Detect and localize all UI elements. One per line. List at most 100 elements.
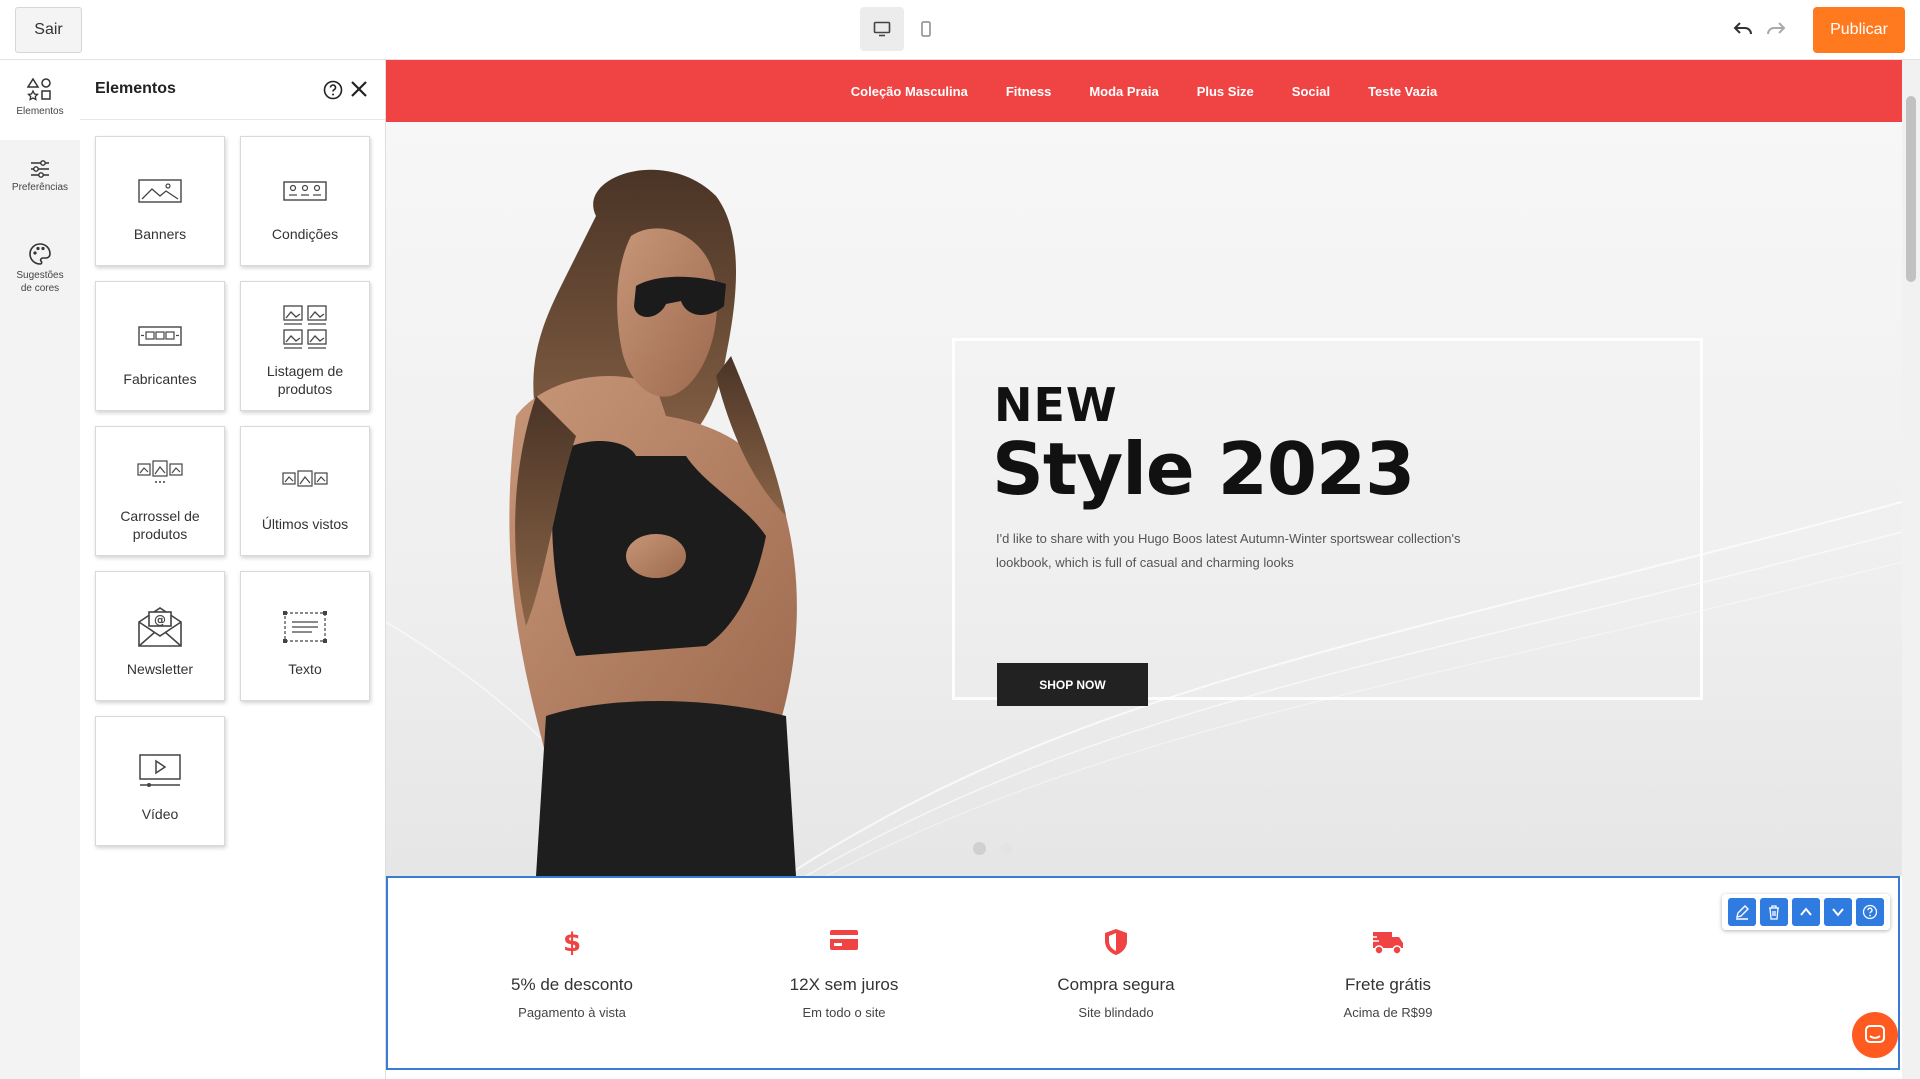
feature-title: 12X sem juros bbox=[789, 975, 899, 994]
nav-link[interactable]: Fitness bbox=[1006, 84, 1052, 99]
features-section[interactable]: $ 5% de desconto Pagamento à vista 12X s… bbox=[386, 876, 1900, 1070]
rail-item-preferencias[interactable]: Preferências bbox=[0, 160, 80, 220]
tile-label: Fabricantes bbox=[123, 371, 197, 387]
tile-banners[interactable]: Banners bbox=[95, 136, 225, 266]
rail-item-sugestoes[interactable]: Sugestões de cores bbox=[0, 243, 80, 323]
tile-fabricantes[interactable]: Fabricantes bbox=[95, 281, 225, 411]
help-icon bbox=[1862, 904, 1878, 920]
store-preview: Coleção Masculina Fitness Moda Praia Plu… bbox=[386, 60, 1902, 1079]
hero-description: I'd like to share with you Hugo Boos lat… bbox=[996, 531, 1461, 570]
left-rail: Elementos Preferências Sugestões de core… bbox=[0, 60, 80, 1079]
feature-title: 5% de desconto bbox=[511, 975, 633, 994]
video-icon bbox=[139, 754, 181, 787]
help-icon[interactable] bbox=[323, 80, 343, 100]
feature-subtitle: Site blindado bbox=[1078, 1005, 1154, 1020]
tile-ultimos-vistos[interactable]: Últimos vistos bbox=[240, 426, 370, 556]
section-toolbar bbox=[1722, 894, 1890, 930]
shapes-icon bbox=[27, 78, 51, 101]
model-photo bbox=[509, 169, 797, 876]
device-switch bbox=[860, 7, 948, 51]
publish-button[interactable]: Publicar bbox=[1813, 7, 1905, 53]
tile-carrossel-produtos[interactable]: Carrossel de produtos bbox=[95, 426, 225, 556]
rail-item-elementos[interactable]: Elementos bbox=[0, 60, 80, 140]
image-icon bbox=[138, 179, 182, 203]
tile-label-line2: produtos bbox=[132, 526, 188, 542]
mobile-view-button[interactable] bbox=[904, 7, 948, 51]
chevron-down-icon bbox=[1832, 908, 1844, 917]
recent-items-icon bbox=[282, 470, 328, 487]
chat-button[interactable] bbox=[1852, 1012, 1898, 1058]
hero-title: Style 2023 bbox=[992, 427, 1415, 511]
trash-icon bbox=[1769, 905, 1779, 920]
feature-subtitle: Pagamento à vista bbox=[518, 1005, 626, 1020]
undo-icon bbox=[1733, 22, 1752, 35]
palette-icon bbox=[29, 243, 51, 265]
panel-header: Elementos bbox=[80, 60, 385, 120]
pencil-icon bbox=[1736, 905, 1749, 920]
feature-title: Frete grátis bbox=[1345, 975, 1431, 994]
credit-card-icon bbox=[830, 930, 858, 950]
edit-section-button[interactable] bbox=[1728, 898, 1756, 926]
tile-listagem-produtos[interactable]: Listagem de produtos bbox=[240, 281, 370, 411]
carousel-dot[interactable] bbox=[1000, 842, 1013, 855]
tile-newsletter[interactable]: @ Newsletter bbox=[95, 571, 225, 701]
elements-panel: Elementos Banners Condições Fabricantes … bbox=[80, 60, 386, 1079]
brands-icon bbox=[138, 326, 182, 346]
rail-label: Elementos bbox=[16, 106, 64, 117]
svg-text:@: @ bbox=[154, 613, 166, 627]
tile-texto[interactable]: Texto bbox=[240, 571, 370, 701]
undo-button[interactable] bbox=[1730, 16, 1756, 42]
shield-icon bbox=[1105, 929, 1127, 955]
top-bar: Sair Publicar bbox=[0, 0, 1920, 60]
section-help-button[interactable] bbox=[1856, 898, 1884, 926]
redo-icon bbox=[1767, 22, 1786, 35]
delete-section-button[interactable] bbox=[1760, 898, 1788, 926]
dollar-icon: $ bbox=[563, 928, 581, 956]
scrollbar-thumb[interactable] bbox=[1906, 96, 1916, 282]
desktop-view-button[interactable] bbox=[860, 7, 904, 51]
tile-label: Texto bbox=[288, 661, 322, 677]
tile-label: Newsletter bbox=[126, 661, 194, 677]
close-icon[interactable] bbox=[350, 80, 368, 98]
tile-label-line2: produtos bbox=[277, 381, 333, 397]
carousel-dot-active[interactable] bbox=[973, 842, 986, 855]
nav-link[interactable]: Coleção Masculina bbox=[851, 84, 968, 99]
sliders-icon bbox=[31, 160, 49, 178]
desktop-icon bbox=[873, 21, 891, 37]
rail-label: de cores bbox=[20, 283, 60, 294]
feature-title: Compra segura bbox=[1057, 975, 1175, 994]
tile-label: Condições bbox=[271, 226, 339, 242]
tile-label-line1: Carrossel de bbox=[120, 508, 200, 524]
exit-button[interactable]: Sair bbox=[15, 7, 82, 53]
hero-kicker: NEW bbox=[994, 378, 1118, 432]
redo-button[interactable] bbox=[1763, 16, 1789, 42]
carousel-icon bbox=[137, 460, 183, 483]
tile-label: Últimos vistos bbox=[261, 516, 349, 532]
hero-banner[interactable]: NEW Style 2023 I'd like to share with yo… bbox=[386, 122, 1902, 876]
tile-condicoes[interactable]: Condições bbox=[240, 136, 370, 266]
chat-icon bbox=[1865, 1025, 1885, 1043]
conditions-icon bbox=[283, 181, 327, 201]
move-up-button[interactable] bbox=[1792, 898, 1820, 926]
truck-icon bbox=[1371, 932, 1403, 955]
tile-video[interactable]: Vídeo bbox=[95, 716, 225, 846]
tile-label: Vídeo bbox=[141, 806, 179, 822]
store-navbar: Coleção Masculina Fitness Moda Praia Plu… bbox=[386, 60, 1902, 122]
panel-title: Elementos bbox=[95, 80, 176, 97]
newsletter-icon: @ bbox=[138, 607, 182, 647]
mobile-icon bbox=[921, 21, 931, 37]
text-block-icon bbox=[283, 611, 327, 643]
rail-label: Sugestões bbox=[16, 270, 64, 281]
tile-label-line1: Listagem de bbox=[266, 363, 344, 379]
move-down-button[interactable] bbox=[1824, 898, 1852, 926]
nav-link[interactable]: Plus Size bbox=[1197, 84, 1254, 99]
tile-label: Banners bbox=[133, 226, 187, 242]
nav-link[interactable]: Teste Vazia bbox=[1368, 84, 1437, 99]
preview-scrollbar[interactable] bbox=[1902, 60, 1920, 1079]
nav-link[interactable]: Social bbox=[1292, 84, 1330, 99]
chevron-up-icon bbox=[1800, 907, 1812, 916]
feature-subtitle: Em todo o site bbox=[802, 1005, 886, 1020]
shop-now-button[interactable]: SHOP NOW bbox=[997, 663, 1148, 706]
nav-link[interactable]: Moda Praia bbox=[1089, 84, 1158, 99]
feature-subtitle: Acima de R$99 bbox=[1343, 1005, 1433, 1020]
